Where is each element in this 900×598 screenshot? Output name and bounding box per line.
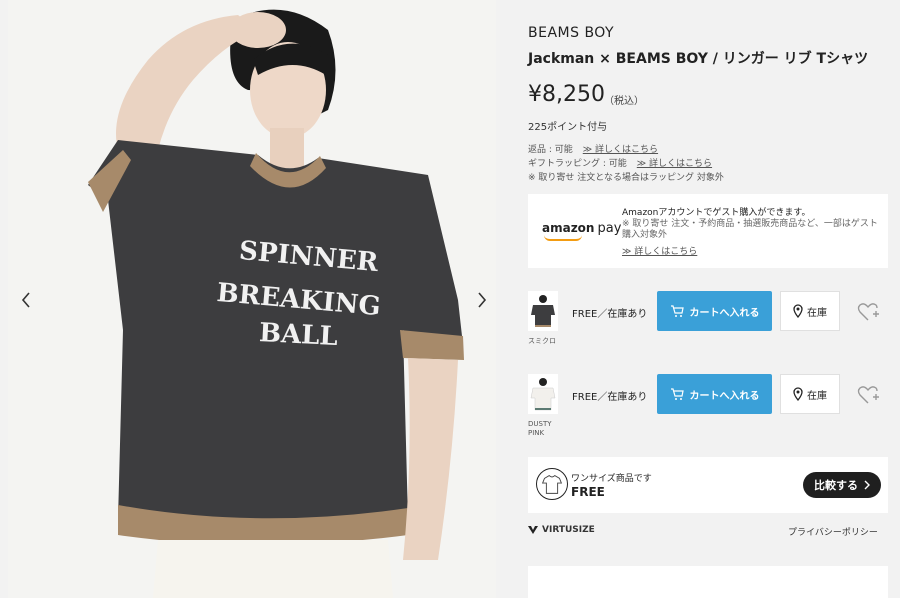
cart-icon xyxy=(670,387,684,400)
amazon-note: ※ 取り寄せ 注文・予約商品・抽選販売商品など、一部はゲスト購入対象外 xyxy=(622,219,878,240)
shirt-print-line-3: BALL xyxy=(258,318,338,352)
location-pin-icon xyxy=(793,304,803,318)
variant-stock: FREE／在庫あり xyxy=(572,392,648,403)
gift-link[interactable]: ≫ 詳しくはこちら xyxy=(637,159,712,169)
next-section-box xyxy=(528,566,888,598)
store-stock-button[interactable]: 在庫 xyxy=(780,374,840,414)
product-photo: SPINNER BREAKING BALL xyxy=(8,0,496,598)
heart-plus-icon[interactable] xyxy=(856,300,880,324)
tax-note: （税込） xyxy=(604,96,644,107)
variant-color-label: DUSTY PINK xyxy=(528,420,552,437)
virtusize-logo-icon xyxy=(528,526,538,534)
product-title: Jackman × BEAMS BOY / リンガー リブ Tシャツ xyxy=(528,51,869,67)
compare-size: FREE xyxy=(571,485,605,499)
product-gallery: SPINNER BREAKING BALL xyxy=(8,0,496,598)
amazon-details-link[interactable]: ≫ 詳しくはこちら xyxy=(622,244,697,257)
virtusize-brand[interactable]: VIRTUSIZE xyxy=(528,525,595,535)
chevron-right-icon[interactable] xyxy=(470,288,494,312)
variant-row: DUSTY PINK FREE／在庫あり カートへ入れる 在庫 xyxy=(528,374,890,437)
chevron-right-icon xyxy=(864,480,870,490)
compare-subtitle: ワンサイズ商品です xyxy=(571,474,652,484)
variant-thumbnail[interactable] xyxy=(528,374,558,414)
gift-label: ギフトラッピング : 可能 xyxy=(528,159,627,169)
variant-stock: FREE／在庫あり xyxy=(572,309,648,320)
product-price: ¥8,250 xyxy=(528,82,605,107)
chevron-left-icon[interactable] xyxy=(14,288,38,312)
product-page: SPINNER BREAKING BALL BEAMS BOY Jackman … xyxy=(0,0,900,598)
heart-plus-icon[interactable] xyxy=(856,383,880,407)
add-to-cart-button[interactable]: カートへ入れる xyxy=(657,291,772,331)
gift-info: ギフトラッピング : 可能 ≫ 詳しくはこちら xyxy=(528,156,712,169)
amazon-pay-logo: amazon pay xyxy=(542,221,622,241)
compare-button[interactable]: 比較する xyxy=(803,472,881,498)
add-to-cart-button[interactable]: カートへ入れる xyxy=(657,374,772,414)
add-to-cart-label: カートへ入れる xyxy=(689,390,760,402)
variant-row: スミクロ FREE／在庫あり カートへ入れる 在庫 xyxy=(528,291,890,351)
store-stock-label: 在庫 xyxy=(807,390,827,402)
virtusize-label: VIRTUSIZE xyxy=(542,525,595,535)
returns-link[interactable]: ≫ 詳しくはこちら xyxy=(583,145,658,155)
privacy-policy-link[interactable]: プライバシーポリシー xyxy=(788,525,878,538)
add-to-cart-label: カートへ入れる xyxy=(689,307,760,319)
shirt-size-icon xyxy=(536,468,568,500)
store-stock-button[interactable]: 在庫 xyxy=(780,291,840,331)
amazon-heading: Amazonアカウントでゲスト購入ができます。 xyxy=(622,208,811,218)
compare-button-label: 比較する xyxy=(814,479,858,492)
returns-label: 返品 : 可能 xyxy=(528,145,573,155)
variant-thumbnail[interactable] xyxy=(528,291,558,331)
cart-icon xyxy=(670,304,684,317)
amazon-logo-text: amazon xyxy=(542,221,595,235)
location-pin-icon xyxy=(793,387,803,401)
amazon-smile-icon xyxy=(544,235,582,241)
returns-info: 返品 : 可能 ≫ 詳しくはこちら xyxy=(528,142,658,155)
size-compare-box: ワンサイズ商品です FREE 比較する xyxy=(528,457,888,513)
amazon-pay-box: amazon pay Amazonアカウントでゲスト購入ができます。 ※ 取り寄せ… xyxy=(528,194,888,268)
product-info-panel: BEAMS BOY Jackman × BEAMS BOY / リンガー リブ … xyxy=(528,0,890,598)
points-note: 225ポイント付与 xyxy=(528,122,608,133)
store-stock-label: 在庫 xyxy=(807,307,827,319)
variant-color-label: スミクロ xyxy=(528,337,556,345)
brand-name[interactable]: BEAMS BOY xyxy=(528,25,614,41)
order-note: ※ 取り寄せ 注文となる場合はラッピング 対象外 xyxy=(528,173,724,183)
amazon-pay-text: pay xyxy=(597,221,622,236)
